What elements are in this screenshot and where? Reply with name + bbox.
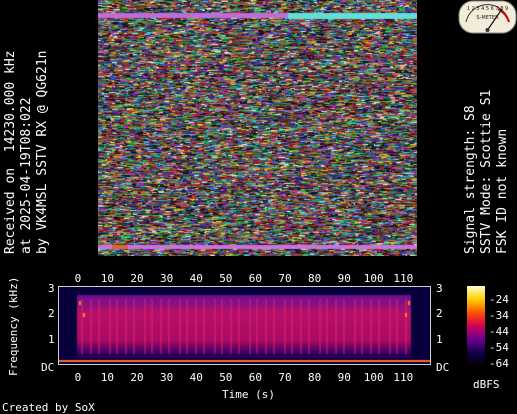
left-info-line-3: by VK4MSL SSTV RX @ QG621n (35, 50, 50, 255)
y-tick-label: 3 (48, 282, 55, 295)
x-tick-label: 0 (74, 371, 82, 384)
x-tick-label: 60 (248, 371, 263, 384)
x-tick-label: 70 (278, 371, 292, 384)
x-tick-label: 10 (100, 371, 115, 384)
x-tick-label: 40 (189, 371, 203, 384)
x-tick-label: 70 (278, 272, 292, 285)
colorbar-unit: dBFS (473, 378, 500, 391)
x-tick-label: 0 (74, 272, 82, 285)
colorbar-label: -34 (489, 309, 509, 322)
x-tick-label: 10 (100, 272, 115, 285)
x-tick-label: 80 (308, 272, 322, 285)
spectrogram (58, 286, 431, 365)
sstv-image (98, 0, 417, 256)
y-tick-label: 1 (48, 333, 55, 346)
x-tick-label: 30 (160, 272, 174, 285)
colorbar-label: -54 (489, 341, 509, 354)
created-by: Created by SoX (2, 401, 95, 414)
y-tick-label: DC (436, 361, 450, 374)
x-tick-label: 60 (248, 272, 263, 285)
y-tick-label: 3 (436, 282, 443, 295)
colorbar-label: -24 (489, 293, 509, 306)
x-tick-label: 20 (130, 371, 144, 384)
left-info-line-1: Received on 14230.000 kHz (3, 50, 18, 255)
x-tick-label: 20 (130, 272, 144, 285)
y-tick-label: 2 (48, 307, 55, 320)
x-tick-label: 50 (219, 371, 233, 384)
right-info-line-2: SSTV Mode: Scottie S1 (479, 89, 494, 254)
sstv-image-noise (98, 0, 417, 256)
colorbar (467, 286, 485, 366)
x-tick-label: 50 (219, 272, 233, 285)
x-tick-label: 100 (363, 272, 384, 285)
y-tick-label: 1 (436, 333, 443, 346)
x-tick-label: 90 (337, 272, 351, 285)
x-tick-label: 110 (393, 371, 414, 384)
x-tick-label: 80 (308, 371, 322, 384)
x-tick-label: 90 (337, 371, 351, 384)
spectrogram-image (59, 287, 430, 364)
right-info-line-1: Signal strength: S8 (463, 105, 478, 254)
x-tick-label: 40 (189, 272, 203, 285)
x-axis-label: Time (s) (222, 388, 275, 401)
right-info-line-3: FSK ID not known (495, 128, 510, 254)
colorbar-label: -44 (489, 325, 509, 338)
y-axis-label: Frequency (kHz) (7, 276, 20, 376)
y-tick-label: 2 (436, 307, 443, 320)
x-tick-label: 110 (393, 272, 414, 285)
left-info-line-2: at 2025-04-19T08:022 (19, 97, 34, 254)
y-tick-label: DC (41, 361, 55, 374)
x-tick-label: 100 (363, 371, 384, 384)
s-meter-icon: 1 2 3 4 5 6 7 8 9 S-METER (458, 0, 517, 34)
colorbar-label: -64 (489, 357, 509, 370)
x-tick-label: 30 (160, 371, 174, 384)
